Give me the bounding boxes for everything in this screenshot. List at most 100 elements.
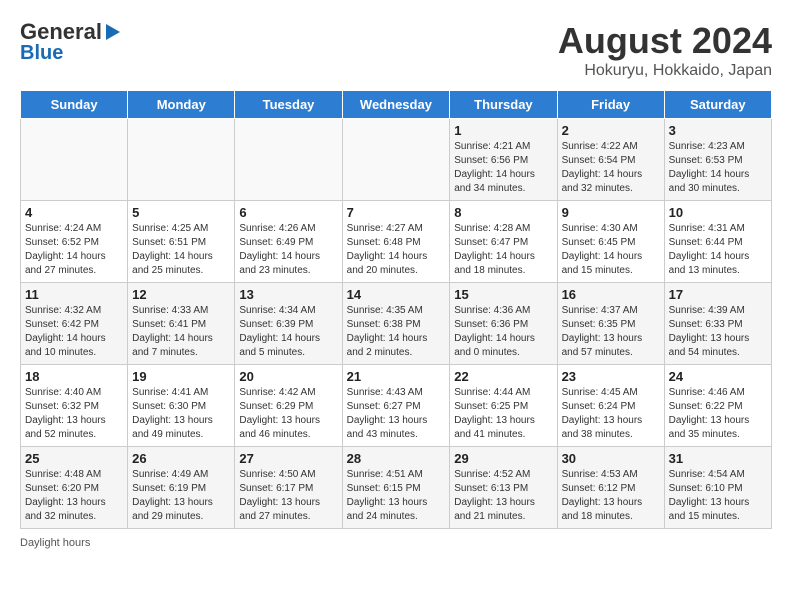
calendar-week-row: 18Sunrise: 4:40 AM Sunset: 6:32 PM Dayli… xyxy=(21,365,772,447)
calendar-header: SundayMondayTuesdayWednesdayThursdayFrid… xyxy=(21,91,772,119)
day-info: Sunrise: 4:46 AM Sunset: 6:22 PM Dayligh… xyxy=(669,386,767,442)
day-number: 23 xyxy=(562,369,660,384)
day-number: 20 xyxy=(239,369,337,384)
calendar-cell: 28Sunrise: 4:51 AM Sunset: 6:15 PM Dayli… xyxy=(342,447,450,529)
day-number: 7 xyxy=(347,205,446,220)
calendar-week-row: 11Sunrise: 4:32 AM Sunset: 6:42 PM Dayli… xyxy=(21,283,772,365)
day-number: 30 xyxy=(562,451,660,466)
calendar-cell: 11Sunrise: 4:32 AM Sunset: 6:42 PM Dayli… xyxy=(21,283,128,365)
calendar-cell: 9 Sunrise: 4:30 AM Sunset: 6:45 PM Daylig… xyxy=(557,201,664,283)
day-info: Sunrise: 4:26 AM Sunset: 6:49 PM Dayligh… xyxy=(239,222,337,278)
day-info: Sunrise: 4:27 AM Sunset: 6:48 PM Dayligh… xyxy=(347,222,446,278)
day-number: 14 xyxy=(347,287,446,302)
day-info: Sunrise: 4:43 AM Sunset: 6:27 PM Dayligh… xyxy=(347,386,446,442)
day-info: Sunrise: 4:34 AM Sunset: 6:39 PM Dayligh… xyxy=(239,304,337,360)
day-number: 26 xyxy=(132,451,230,466)
calendar-cell: 8Sunrise: 4:28 AM Sunset: 6:47 PM Daylig… xyxy=(450,201,557,283)
day-number: 9 xyxy=(562,205,660,220)
calendar-cell: 7 Sunrise: 4:27 AM Sunset: 6:48 PM Daylig… xyxy=(342,201,450,283)
calendar-cell: 22 Sunrise: 4:44 AM Sunset: 6:25 PM Dayli… xyxy=(450,365,557,447)
day-info: Sunrise: 4:52 AM Sunset: 6:13 PM Dayligh… xyxy=(454,468,552,524)
day-info: Sunrise: 4:41 AM Sunset: 6:30 PM Dayligh… xyxy=(132,386,230,442)
day-number: 24 xyxy=(669,369,767,384)
day-info: Sunrise: 4:22 AM Sunset: 6:54 PM Dayligh… xyxy=(562,140,660,196)
logo-text-blue: Blue xyxy=(20,42,63,64)
day-number: 12 xyxy=(132,287,230,302)
day-info: Sunrise: 4:54 AM Sunset: 6:10 PM Dayligh… xyxy=(669,468,767,524)
header: General Blue August 2024 Hokuryu, Hokkai… xyxy=(20,20,772,80)
calendar-cell xyxy=(342,119,450,201)
calendar-cell: 2Sunrise: 4:22 AM Sunset: 6:54 PM Daylig… xyxy=(557,119,664,201)
day-info: Sunrise: 4:30 AM Sunset: 6:45 PM Dayligh… xyxy=(562,222,660,278)
day-number: 27 xyxy=(239,451,337,466)
day-info: Sunrise: 4:31 AM Sunset: 6:44 PM Dayligh… xyxy=(669,222,767,278)
calendar-cell: 1 Sunrise: 4:21 AM Sunset: 6:56 PM Daylig… xyxy=(450,119,557,201)
day-number: 17 xyxy=(669,287,767,302)
day-info: Sunrise: 4:21 AM Sunset: 6:56 PM Dayligh… xyxy=(454,140,552,196)
footer-note: Daylight hours xyxy=(20,537,772,549)
day-info: Sunrise: 4:44 AM Sunset: 6:25 PM Dayligh… xyxy=(454,386,552,442)
calendar-cell: 6 Sunrise: 4:26 AM Sunset: 6:49 PM Daylig… xyxy=(235,201,342,283)
calendar-cell: 14 Sunrise: 4:35 AM Sunset: 6:38 PM Dayli… xyxy=(342,283,450,365)
calendar-cell: 23 Sunrise: 4:45 AM Sunset: 6:24 PM Dayli… xyxy=(557,365,664,447)
calendar-header-thursday: Thursday xyxy=(450,91,557,119)
day-info: Sunrise: 4:23 AM Sunset: 6:53 PM Dayligh… xyxy=(669,140,767,196)
logo: General Blue xyxy=(20,20,120,64)
calendar-cell: 20 Sunrise: 4:42 AM Sunset: 6:29 PM Dayli… xyxy=(235,365,342,447)
day-number: 15 xyxy=(454,287,552,302)
calendar-cell: 26Sunrise: 4:49 AM Sunset: 6:19 PM Dayli… xyxy=(128,447,235,529)
day-info: Sunrise: 4:40 AM Sunset: 6:32 PM Dayligh… xyxy=(25,386,123,442)
calendar-header-row: SundayMondayTuesdayWednesdayThursdayFrid… xyxy=(21,91,772,119)
day-info: Sunrise: 4:42 AM Sunset: 6:29 PM Dayligh… xyxy=(239,386,337,442)
calendar-cell: 29 Sunrise: 4:52 AM Sunset: 6:13 PM Dayli… xyxy=(450,447,557,529)
calendar-body: 1 Sunrise: 4:21 AM Sunset: 6:56 PM Daylig… xyxy=(21,119,772,529)
day-info: Sunrise: 4:45 AM Sunset: 6:24 PM Dayligh… xyxy=(562,386,660,442)
calendar-header-tuesday: Tuesday xyxy=(235,91,342,119)
calendar-cell: 25 Sunrise: 4:48 AM Sunset: 6:20 PM Dayli… xyxy=(21,447,128,529)
day-number: 21 xyxy=(347,369,446,384)
calendar-cell: 30 Sunrise: 4:53 AM Sunset: 6:12 PM Dayli… xyxy=(557,447,664,529)
calendar-cell: 31Sunrise: 4:54 AM Sunset: 6:10 PM Dayli… xyxy=(664,447,771,529)
calendar-cell: 15 Sunrise: 4:36 AM Sunset: 6:36 PM Dayli… xyxy=(450,283,557,365)
calendar-cell: 12 Sunrise: 4:33 AM Sunset: 6:41 PM Dayli… xyxy=(128,283,235,365)
page-title: August 2024 xyxy=(558,20,772,62)
day-info: Sunrise: 4:53 AM Sunset: 6:12 PM Dayligh… xyxy=(562,468,660,524)
day-number: 1 xyxy=(454,123,552,138)
calendar-week-row: 1 Sunrise: 4:21 AM Sunset: 6:56 PM Daylig… xyxy=(21,119,772,201)
calendar-header-friday: Friday xyxy=(557,91,664,119)
day-info: Sunrise: 4:50 AM Sunset: 6:17 PM Dayligh… xyxy=(239,468,337,524)
day-number: 10 xyxy=(669,205,767,220)
day-info: Sunrise: 4:25 AM Sunset: 6:51 PM Dayligh… xyxy=(132,222,230,278)
day-info: Sunrise: 4:39 AM Sunset: 6:33 PM Dayligh… xyxy=(669,304,767,360)
title-area: August 2024 Hokuryu, Hokkaido, Japan xyxy=(558,20,772,80)
day-number: 22 xyxy=(454,369,552,384)
logo-text-general: General xyxy=(20,20,102,44)
calendar-cell: 17 Sunrise: 4:39 AM Sunset: 6:33 PM Dayli… xyxy=(664,283,771,365)
day-number: 13 xyxy=(239,287,337,302)
calendar-week-row: 4Sunrise: 4:24 AM Sunset: 6:52 PM Daylig… xyxy=(21,201,772,283)
day-info: Sunrise: 4:28 AM Sunset: 6:47 PM Dayligh… xyxy=(454,222,552,278)
day-number: 11 xyxy=(25,287,123,302)
day-number: 16 xyxy=(562,287,660,302)
page-subtitle: Hokuryu, Hokkaido, Japan xyxy=(558,62,772,80)
day-number: 5 xyxy=(132,205,230,220)
day-number: 28 xyxy=(347,451,446,466)
day-info: Sunrise: 4:35 AM Sunset: 6:38 PM Dayligh… xyxy=(347,304,446,360)
calendar-cell: 5 Sunrise: 4:25 AM Sunset: 6:51 PM Daylig… xyxy=(128,201,235,283)
day-number: 6 xyxy=(239,205,337,220)
day-info: Sunrise: 4:36 AM Sunset: 6:36 PM Dayligh… xyxy=(454,304,552,360)
day-info: Sunrise: 4:37 AM Sunset: 6:35 PM Dayligh… xyxy=(562,304,660,360)
calendar-table: SundayMondayTuesdayWednesdayThursdayFrid… xyxy=(20,90,772,529)
calendar-cell: 24 Sunrise: 4:46 AM Sunset: 6:22 PM Dayli… xyxy=(664,365,771,447)
logo-arrow-icon xyxy=(106,24,120,40)
calendar-header-wednesday: Wednesday xyxy=(342,91,450,119)
day-info: Sunrise: 4:33 AM Sunset: 6:41 PM Dayligh… xyxy=(132,304,230,360)
calendar-cell: 10 Sunrise: 4:31 AM Sunset: 6:44 PM Dayli… xyxy=(664,201,771,283)
calendar-cell: 21 Sunrise: 4:43 AM Sunset: 6:27 PM Dayli… xyxy=(342,365,450,447)
calendar-week-row: 25 Sunrise: 4:48 AM Sunset: 6:20 PM Dayli… xyxy=(21,447,772,529)
day-info: Sunrise: 4:48 AM Sunset: 6:20 PM Dayligh… xyxy=(25,468,123,524)
calendar-cell: 19 Sunrise: 4:41 AM Sunset: 6:30 PM Dayli… xyxy=(128,365,235,447)
day-number: 19 xyxy=(132,369,230,384)
day-number: 29 xyxy=(454,451,552,466)
day-number: 25 xyxy=(25,451,123,466)
